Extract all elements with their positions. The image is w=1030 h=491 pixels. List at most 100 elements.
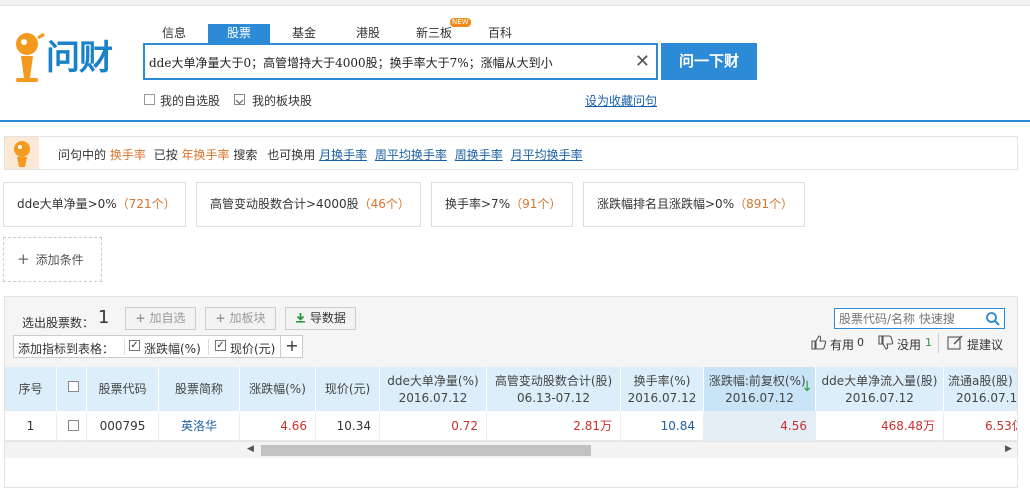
tab-stocks[interactable]: 股票 — [208, 24, 270, 43]
useless-label[interactable]: 没用 — [897, 336, 921, 353]
top-strip — [0, 0, 1030, 6]
column-header[interactable]: 股票代码 — [87, 367, 159, 411]
add-condition-label: 添加条件 — [35, 253, 84, 267]
column-title: 序号 — [18, 382, 43, 396]
alt-link-weekly[interactable]: 周换手率 — [455, 148, 503, 162]
alt-link-monthly-avg[interactable]: 月平均换手率 — [511, 148, 583, 162]
column-header[interactable]: 流通a股(股) 2016.07.12 — [944, 367, 1017, 411]
search-input[interactable] — [149, 53, 629, 71]
column-date: 2016.07.12 — [398, 391, 468, 405]
row-checkbox[interactable] — [68, 420, 79, 431]
turnover: 10.84 — [621, 411, 704, 441]
float-shares: 6.53亿 — [985, 419, 1017, 433]
exec-change: 2.81万 — [487, 411, 621, 441]
select-all-checkbox[interactable] — [68, 381, 79, 392]
column-header[interactable]: 涨跌幅:前复权(%) 2016.07.12 ↓ — [704, 367, 816, 411]
column-header[interactable]: 现价(元) — [316, 367, 380, 411]
add-watch-button[interactable]: + 加自选 — [125, 307, 196, 330]
column-header[interactable]: 换手率(%) 2016.07.12 — [621, 367, 704, 411]
column-title: 换手率(%) — [633, 374, 691, 388]
column-header[interactable]: dde大单净量(%) 2016.07.12 — [380, 367, 487, 411]
stock-name-link[interactable]: 英洛华 — [159, 411, 240, 441]
divider — [0, 120, 1030, 122]
column-header[interactable]: 涨跌幅(%) — [240, 367, 316, 411]
results-panel: 选出股票数： 1 + 加自选 + 加板块 导数据 添加指标到表格： ✓ 涨跌幅(… — [4, 296, 1018, 488]
ask-button[interactable]: 问一下财 — [661, 43, 757, 80]
thumbs-down-icon[interactable] — [878, 335, 894, 353]
column-title: 涨跌幅(%) — [249, 382, 306, 396]
change-pct: 4.66 — [240, 411, 316, 441]
edit-icon[interactable] — [947, 334, 964, 354]
search-box: ✕ — [143, 43, 658, 80]
column-header[interactable]: 高管变动股数合计(股) 06.13-07.12 — [487, 367, 621, 411]
condition-label: 涨跌幅排名且涨跌幅>0% — [597, 197, 735, 211]
close-icon[interactable]: ✕ — [635, 51, 650, 73]
indicator-price: 现价(元) — [230, 342, 276, 356]
column-header[interactable]: 股票简称 — [159, 367, 240, 411]
scrollbar-thumb[interactable] — [261, 445, 591, 456]
search-icon[interactable] — [985, 311, 1001, 327]
sort-desc-icon[interactable]: ↓ — [801, 379, 813, 395]
column-date: 06.13-07.12 — [516, 391, 591, 405]
column-date: 2016.07.12 — [845, 391, 914, 405]
column-title: 涨跌幅:前复权(%) — [708, 374, 806, 388]
column-title: 流通a股(股) — [948, 374, 1013, 388]
tab-hk[interactable]: 港股 — [346, 24, 390, 43]
my-stocks-checkbox[interactable] — [144, 94, 155, 105]
add-sector-button[interactable]: + 加板块 — [205, 307, 276, 330]
avatar — [5, 137, 39, 169]
price: 10.34 — [316, 411, 380, 441]
row-index: 1 — [5, 411, 57, 441]
indicator-checkbox[interactable]: ✓ — [215, 340, 226, 351]
hint-applied-word: 年换手率 — [181, 148, 230, 162]
table-row[interactable]: 1 000795 英洛华 4.66 10.34 0.72 2.81万 10.84… — [5, 411, 1017, 441]
condition-label: 换手率>7% — [445, 197, 511, 211]
table-header: 序号 股票代码 股票简称 涨跌幅(%) 现价(元) dde大单净量(%) 2016… — [5, 367, 1017, 411]
condition-chip[interactable]: 换手率>7%（91个） — [431, 182, 573, 227]
column-header[interactable]: 序号 — [5, 367, 57, 411]
filter-input[interactable] — [839, 311, 979, 326]
selected-count: 1 — [98, 307, 110, 328]
condition-chip[interactable]: 高管变动股数合计>4000股（46个） — [196, 182, 421, 227]
indicator-bar: 添加指标到表格： ✓ 涨跌幅(%) ✓ 现价(元) + — [13, 335, 303, 358]
mascot-icon — [14, 141, 30, 167]
selected-count-label: 选出股票数： — [22, 316, 95, 330]
add-indicator-button[interactable]: + — [280, 336, 303, 357]
indicator-checkbox[interactable]: ✓ — [129, 340, 140, 351]
column-header[interactable] — [57, 367, 87, 411]
export-button[interactable]: 导数据 — [285, 307, 356, 330]
scroll-right-icon[interactable]: ▶ — [1005, 444, 1012, 454]
divider — [208, 339, 209, 355]
tab-wiki[interactable]: 百科 — [478, 24, 522, 43]
suggest-label[interactable]: 提建议 — [967, 336, 1003, 353]
useful-label[interactable]: 有用 — [830, 336, 854, 353]
tab-info[interactable]: 信息 — [152, 24, 196, 43]
thumbs-up-icon[interactable] — [811, 335, 827, 353]
condition-chip[interactable]: 涨跌幅排名且涨跌幅>0%（891个） — [583, 182, 805, 227]
condition-count: （721个） — [116, 197, 176, 211]
horizontal-scrollbar[interactable]: ◀ ▶ — [5, 441, 1017, 458]
hint-bar: 问句中的 换手率 已按 年换手率 搜索 也可换用 月换手率 周平均换手率 周换手… — [4, 136, 1018, 170]
scroll-left-icon[interactable]: ◀ — [247, 444, 254, 454]
condition-label: dde大单净量>0% — [17, 197, 117, 211]
column-header[interactable]: dde大单净流入量(股) 2016.07.12 — [816, 367, 944, 411]
add-watch-label: 加自选 — [149, 311, 186, 325]
my-sectors-dropdown[interactable] — [234, 94, 245, 105]
set-favorite-link[interactable]: 设为收藏问句 — [585, 92, 657, 109]
indicator-label: 添加指标到表格： — [18, 342, 115, 356]
stock-code: 000795 — [87, 411, 159, 441]
indicator-pct: 涨跌幅(%) — [144, 342, 201, 356]
my-stocks-label: 我的自选股 — [160, 94, 221, 108]
divider — [124, 339, 125, 355]
results-toolbar: 选出股票数： 1 + 加自选 + 加板块 导数据 添加指标到表格： ✓ 涨跌幅(… — [5, 297, 1017, 367]
column-title: 高管变动股数合计(股) — [494, 374, 613, 388]
alt-link-weekly-avg[interactable]: 周平均换手率 — [375, 148, 447, 162]
plus-icon: + — [215, 311, 226, 325]
add-condition-button[interactable]: + 添加条件 — [3, 237, 102, 282]
row-select-cell — [57, 411, 87, 441]
condition-chip[interactable]: dde大单净量>0%（721个） — [3, 182, 186, 227]
tab-funds[interactable]: 基金 — [282, 24, 326, 43]
alt-link-monthly[interactable]: 月换手率 — [319, 148, 367, 162]
useful-count: 0 — [857, 336, 864, 349]
column-title: 股票简称 — [174, 382, 223, 396]
